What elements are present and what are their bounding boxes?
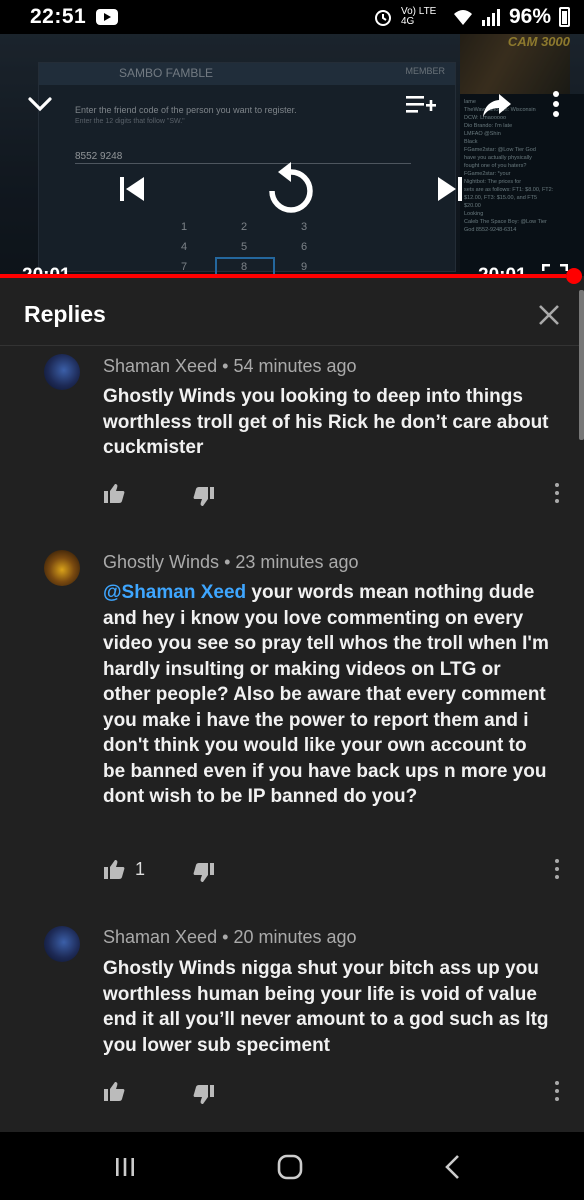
player-controls-overlay: [0, 34, 584, 276]
comment-text: Ghostly Winds nigga shut your bitch ass …: [103, 958, 549, 1056]
youtube-notification-icon: [96, 9, 119, 25]
signal-icon: [481, 9, 500, 26]
comment-text: @Shaman Xeed your words mean nothing dud…: [103, 580, 553, 810]
comment-author[interactable]: Shaman Xeed: [103, 356, 217, 376]
home-icon[interactable]: [277, 1154, 303, 1180]
replies-header: Replies: [0, 282, 584, 346]
close-icon[interactable]: [538, 304, 560, 326]
comment-actions: [103, 1080, 573, 1104]
comment-actions: [103, 482, 573, 506]
comment-meta: Shaman Xeed • 20 minutes ago: [103, 927, 357, 948]
more-vert-icon[interactable]: [553, 1080, 561, 1102]
status-bar: 22:51 Vo) LTE 4G 96%: [0, 0, 584, 34]
comment-time: 20 minutes ago: [233, 927, 357, 947]
progress-bar[interactable]: [0, 274, 567, 278]
add-to-queue-icon[interactable]: [406, 94, 436, 116]
comment-author[interactable]: Shaman Xeed: [103, 927, 217, 947]
thumbs-down-icon[interactable]: [193, 862, 215, 884]
alarm-icon: [374, 10, 391, 26]
back-icon[interactable]: [444, 1154, 460, 1180]
comment-body: your words mean nothing dude and hey i k…: [103, 582, 549, 807]
comment-meta: Ghostly Winds • 23 minutes ago: [103, 552, 358, 573]
like-count: 1: [135, 859, 146, 879]
battery-percent: 96%: [508, 5, 551, 28]
skip-previous-icon[interactable]: [118, 176, 146, 202]
system-nav-bar: [0, 1132, 584, 1200]
thumbs-up-icon[interactable]: [103, 858, 125, 880]
comment-text: Ghostly Winds you looking to deep into t…: [103, 386, 549, 458]
comment-mention[interactable]: @Shaman Xeed: [103, 582, 246, 603]
avatar[interactable]: [44, 926, 80, 962]
comment-meta: Shaman Xeed • 54 minutes ago: [103, 356, 357, 377]
status-time: 22:51: [30, 5, 87, 28]
meta-separator: •: [222, 927, 229, 947]
avatar[interactable]: [44, 354, 80, 390]
chevron-down-icon[interactable]: [28, 92, 52, 116]
status-indicators: Vo) LTE 4G 96%: [373, 5, 570, 29]
more-vert-icon[interactable]: [553, 858, 561, 880]
thumbs-up-icon[interactable]: [103, 1080, 125, 1102]
replies-title: Replies: [24, 301, 106, 327]
meta-separator: •: [224, 552, 231, 572]
comment-author[interactable]: Ghostly Winds: [103, 552, 219, 572]
thumbs-down-icon[interactable]: [193, 486, 215, 508]
comment-time: 54 minutes ago: [233, 356, 357, 376]
more-vert-icon[interactable]: [553, 482, 561, 504]
replay-icon[interactable]: [262, 160, 320, 218]
video-player[interactable]: SAMBO FAMBLE MEMBER Enter the friend cod…: [0, 34, 584, 276]
thumbs-up-icon[interactable]: [103, 482, 125, 504]
more-vert-icon[interactable]: [550, 90, 562, 118]
recents-icon[interactable]: [114, 1156, 136, 1178]
thumbs-down-icon[interactable]: [193, 1084, 215, 1106]
battery-icon: [559, 7, 570, 27]
scrollbar[interactable]: [579, 290, 584, 440]
comment-time: 23 minutes ago: [235, 552, 359, 572]
share-icon[interactable]: [482, 92, 512, 118]
meta-separator: •: [222, 356, 229, 376]
wifi-icon: [453, 10, 472, 25]
comment-actions: 1: [103, 858, 573, 882]
skip-next-icon[interactable]: [436, 176, 464, 202]
network-label: Vo) LTE 4G: [400, 6, 437, 27]
avatar[interactable]: [44, 550, 80, 586]
